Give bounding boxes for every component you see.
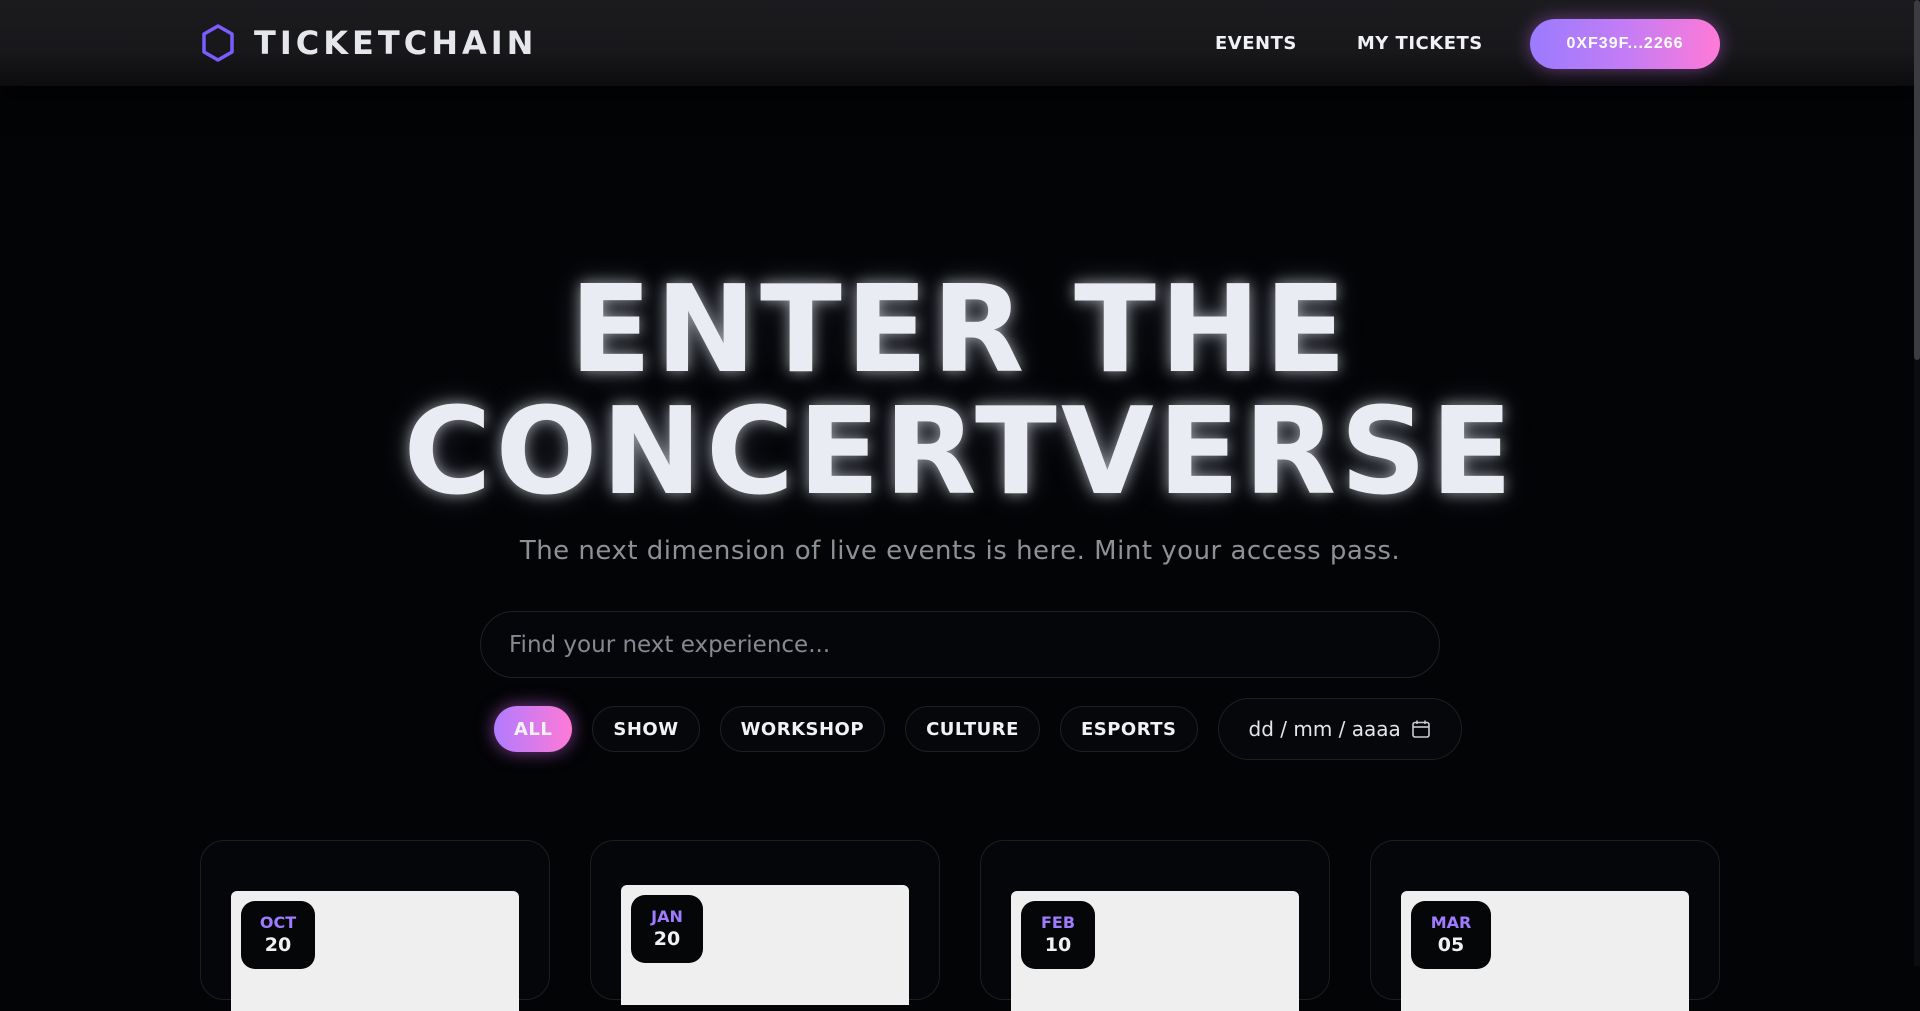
date-badge-day: 10 bbox=[1044, 934, 1072, 956]
date-badge-month: MAR bbox=[1430, 913, 1472, 932]
brand-name: TICKETCHAIN bbox=[254, 24, 538, 62]
wallet-address-button[interactable]: 0XF39F...2266 bbox=[1530, 19, 1720, 69]
date-filter-input[interactable]: dd / mm / aaaa bbox=[1217, 698, 1462, 760]
nav-links: EVENTS MY TICKETS bbox=[1215, 0, 1543, 86]
date-badge: FEB 10 bbox=[1021, 901, 1095, 969]
event-image: JAN 20 bbox=[621, 885, 909, 1005]
nav-link-my-tickets[interactable]: MY TICKETS bbox=[1357, 33, 1483, 54]
date-badge: JAN 20 bbox=[631, 895, 703, 963]
category-filters: ALL SHOW WORKSHOP CULTURE ESPORTS dd / m… bbox=[494, 698, 1462, 760]
search-input[interactable] bbox=[507, 630, 1439, 659]
event-image: MAR 05 bbox=[1401, 891, 1689, 1011]
filter-chip-workshop[interactable]: WORKSHOP bbox=[719, 706, 886, 752]
filter-chip-culture[interactable]: CULTURE bbox=[905, 706, 1040, 752]
search-bar bbox=[480, 611, 1440, 678]
event-card[interactable]: FEB 10 bbox=[980, 840, 1330, 1011]
date-badge-day: 20 bbox=[264, 934, 292, 956]
nav-link-events[interactable]: EVENTS bbox=[1215, 33, 1297, 54]
page-scrollbar[interactable] bbox=[1914, 0, 1920, 966]
hero-title-line-1: ENTER THE bbox=[569, 261, 1351, 400]
filter-chip-show[interactable]: SHOW bbox=[592, 706, 700, 752]
date-badge-month: JAN bbox=[651, 907, 683, 926]
date-placeholder: dd / mm / aaaa bbox=[1248, 717, 1401, 741]
event-card[interactable]: OCT 20 bbox=[200, 840, 550, 1011]
date-badge-day: 20 bbox=[653, 928, 681, 950]
event-image: FEB 10 bbox=[1011, 891, 1299, 1011]
hexagon-icon bbox=[202, 24, 234, 62]
date-badge-month: OCT bbox=[259, 913, 297, 932]
calendar-icon[interactable] bbox=[1411, 719, 1431, 739]
date-badge: OCT 20 bbox=[241, 901, 315, 969]
hero-title: ENTER THE CONCERTVERSE bbox=[0, 270, 1920, 514]
filter-chip-esports[interactable]: ESPORTS bbox=[1059, 706, 1198, 752]
event-card[interactable]: JAN 20 bbox=[590, 840, 940, 1005]
date-badge-day: 05 bbox=[1437, 934, 1465, 956]
hero-title-line-2: CONCERTVERSE bbox=[403, 383, 1517, 522]
top-navbar: TICKETCHAIN EVENTS MY TICKETS 0XF39F...2… bbox=[0, 0, 1920, 86]
hero-subtitle: The next dimension of live events is her… bbox=[519, 536, 1401, 566]
brand-logo[interactable]: TICKETCHAIN bbox=[200, 22, 537, 64]
date-badge: MAR 05 bbox=[1411, 901, 1491, 969]
event-card[interactable]: MAR 05 bbox=[1370, 840, 1720, 1011]
filter-chip-all[interactable]: ALL bbox=[494, 706, 573, 752]
event-image: OCT 20 bbox=[231, 891, 519, 1011]
date-badge-month: FEB bbox=[1040, 913, 1076, 932]
scrollbar-thumb[interactable] bbox=[1914, 0, 1920, 360]
event-card-grid: OCT 20 JAN 20 FEB 10 MAR 05 bbox=[200, 840, 1720, 1011]
